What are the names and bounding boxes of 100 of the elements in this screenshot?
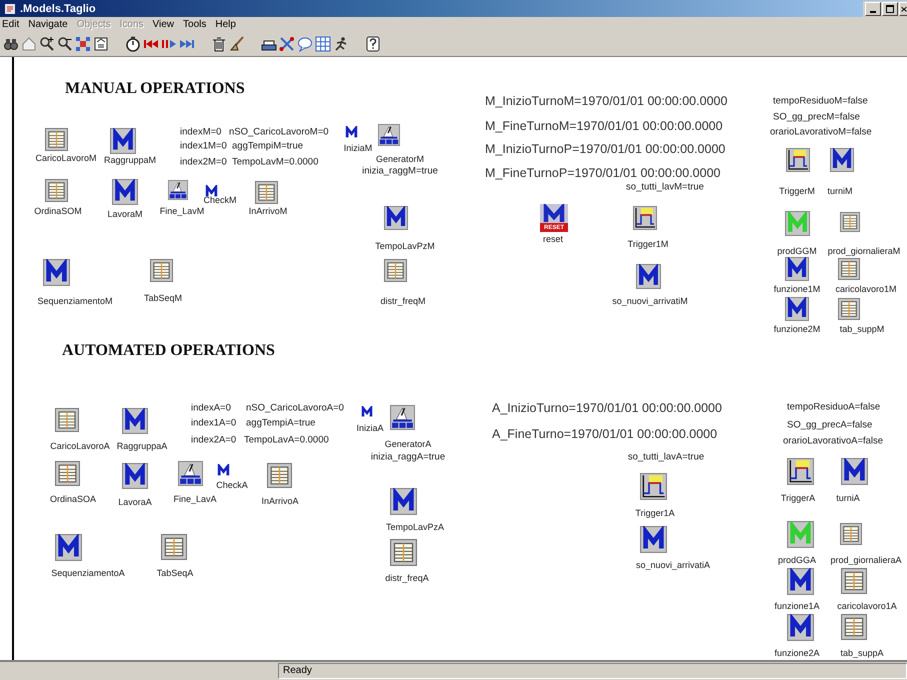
generator-icon[interactable]	[390, 405, 415, 430]
table-icon[interactable]	[841, 568, 867, 594]
object-label: distr_freqM	[380, 296, 426, 306]
event-icon[interactable]	[205, 185, 218, 198]
menu-item[interactable]: Tools	[183, 19, 206, 30]
menu-item[interactable]: View	[152, 19, 174, 30]
function-block-icon[interactable]	[787, 614, 814, 641]
zoom-out-icon[interactable]	[57, 36, 73, 52]
object-label: prod_giornalieraM	[828, 246, 900, 256]
table-icon[interactable]	[45, 128, 68, 151]
object-label: tab_suppA	[840, 648, 884, 658]
function-block-icon[interactable]	[390, 488, 417, 515]
function-block-icon[interactable]	[384, 206, 408, 230]
object-label: prodGGA	[778, 555, 816, 565]
table-icon[interactable]	[45, 179, 68, 202]
function-block-icon[interactable]	[636, 264, 661, 289]
maximize-button[interactable]	[882, 2, 898, 16]
document-icon[interactable]	[93, 36, 109, 52]
function-block-icon[interactable]	[110, 128, 136, 154]
fit-icon[interactable]	[75, 36, 91, 52]
table-icon[interactable]	[384, 259, 407, 282]
table-icon[interactable]	[840, 523, 862, 545]
table-icon[interactable]	[55, 461, 80, 486]
function-block-icon[interactable]	[122, 408, 148, 434]
variable-readout: index2M=0	[180, 156, 227, 168]
function-block-icon[interactable]	[122, 463, 148, 489]
binoculars-icon[interactable]	[3, 36, 19, 52]
menu-item[interactable]: Edit	[2, 19, 20, 30]
table-icon[interactable]	[390, 539, 417, 566]
function-block-icon[interactable]	[830, 148, 854, 172]
object-label: LavoraM	[108, 209, 142, 219]
grid-icon[interactable]	[315, 36, 331, 52]
minimize-button[interactable]	[865, 2, 881, 16]
variable-readout: so_tutti_lavA=true	[628, 452, 704, 462]
datetime-readout: M_FineTurnoM=1970/01/01 00:00:00.0000	[485, 119, 723, 133]
variable-readout: SO_gg_precM=false	[773, 112, 860, 122]
speech-bubble-icon[interactable]	[297, 36, 313, 52]
table-icon[interactable]	[840, 212, 860, 232]
object-label: IniziaA	[356, 423, 384, 433]
event-icon[interactable]	[217, 464, 230, 477]
table-icon[interactable]	[55, 408, 79, 432]
object-label: funzione2A	[774, 648, 820, 658]
generator-icon[interactable]	[178, 461, 203, 486]
section-heading: AUTOMATED OPERATIONS	[62, 342, 275, 360]
object-label: OrdinaSOA	[50, 494, 96, 504]
object-label: funzione1M	[774, 284, 820, 294]
table-icon[interactable]	[161, 534, 187, 560]
table-icon[interactable]	[255, 181, 278, 204]
variable-readout: nSO_CaricoLavoroM=0	[229, 126, 329, 138]
variable-readout: TempoLavA=0.0000	[244, 434, 329, 446]
object-label: OrdinaSOM	[34, 206, 82, 216]
function-block-icon[interactable]	[785, 257, 809, 281]
event-icon[interactable]	[361, 406, 373, 418]
trigger-icon[interactable]	[633, 206, 657, 230]
stopwatch-icon[interactable]	[125, 36, 141, 52]
object-label: caricolavoro1M	[835, 284, 897, 294]
table-icon[interactable]	[150, 259, 173, 282]
generator-icon[interactable]	[378, 124, 400, 146]
function-block-icon[interactable]	[55, 534, 82, 561]
zoom-in-icon[interactable]	[39, 36, 55, 52]
object-label: funzione2M	[774, 324, 820, 334]
trigger-icon[interactable]	[786, 148, 810, 172]
object-label: distr_freqA	[385, 573, 429, 583]
variable-readout: tempoResiduoM=false	[773, 96, 868, 106]
table-icon[interactable]	[838, 298, 860, 320]
function-block-icon[interactable]	[841, 458, 868, 485]
datetime-readout: M_InizioTurnoP=1970/01/01 00:00:00.0000	[485, 142, 726, 156]
object-label: tab_suppM	[840, 324, 884, 334]
trigger-icon[interactable]	[787, 458, 814, 485]
generator-icon[interactable]	[168, 180, 188, 200]
status-text: Ready	[278, 663, 907, 679]
event-icon[interactable]	[345, 126, 358, 139]
datetime-readout: M_InizioTurnoM=1970/01/01 00:00:00.0000	[485, 94, 728, 108]
object-label: TriggerA	[780, 493, 816, 503]
close-button[interactable]	[899, 2, 907, 16]
table-icon[interactable]	[841, 614, 867, 640]
object-label: Fine_LavA	[173, 494, 217, 504]
variable-readout: index1M=0	[180, 140, 227, 152]
function-block-icon[interactable]	[787, 568, 814, 595]
function-block-icon[interactable]	[112, 179, 138, 205]
variable-readout: orarioLavorativoA=false	[783, 436, 884, 446]
trigger-icon[interactable]	[640, 473, 667, 500]
object-label: TempoLavPzM	[375, 241, 435, 251]
function-block-icon[interactable]	[43, 259, 70, 286]
variable-readout: index1A=0	[191, 418, 236, 428]
running-figure-icon[interactable]	[333, 36, 349, 52]
table-icon[interactable]	[838, 258, 860, 280]
trash-icon[interactable]	[211, 36, 227, 52]
broom-icon[interactable]	[229, 36, 245, 52]
datetime-readout: A_FineTurno=1970/01/01 00:00:00.0000	[492, 427, 718, 441]
variable-readout: inizia_raggA=true	[370, 452, 446, 462]
function-block-icon[interactable]	[640, 526, 667, 553]
menu-item[interactable]: Help	[215, 19, 236, 30]
table-icon[interactable]	[267, 463, 292, 488]
menu-item[interactable]: Navigate	[28, 19, 68, 30]
help-icon[interactable]	[365, 36, 381, 52]
object-label: so_nuovi_arrivatiA	[636, 560, 710, 570]
variable-readout: aggTempiA=true	[246, 418, 316, 428]
object-label: turniA	[836, 493, 860, 503]
function-block-icon[interactable]	[785, 297, 809, 321]
